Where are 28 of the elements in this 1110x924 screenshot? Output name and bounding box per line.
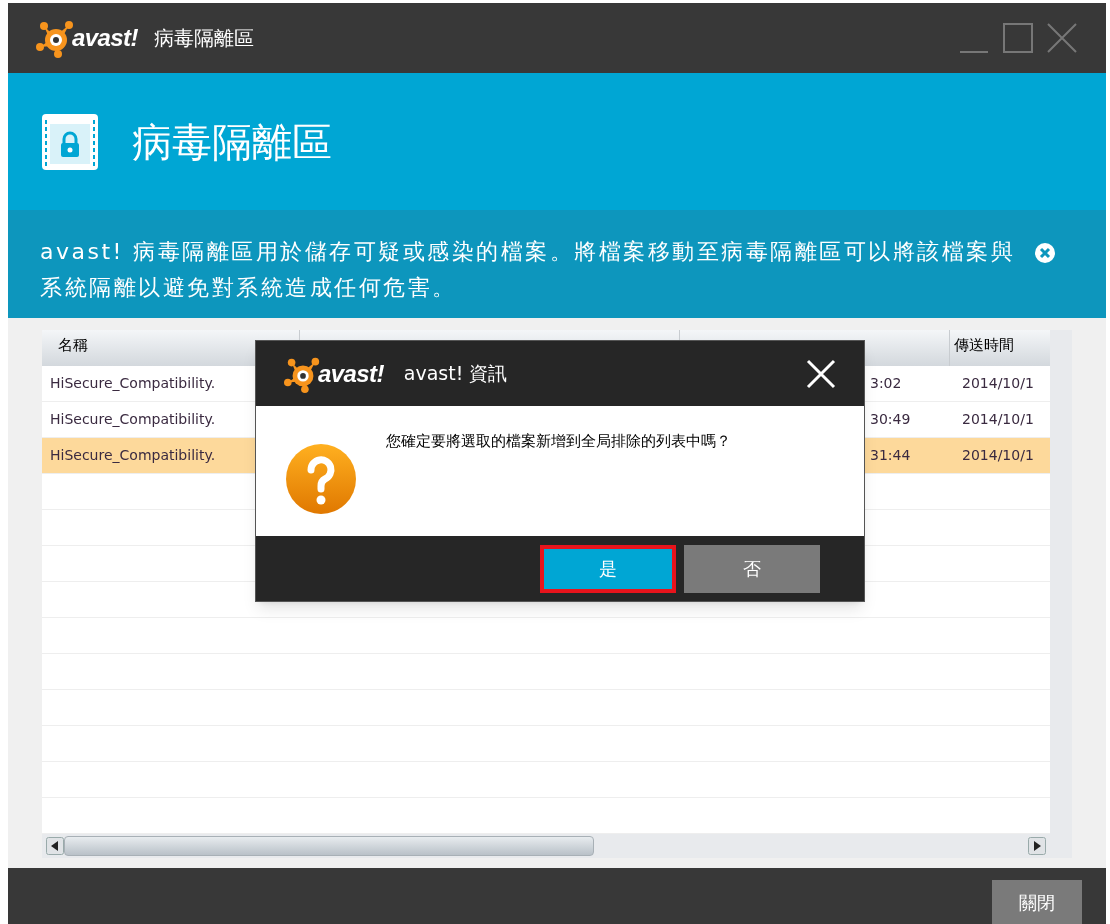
table-cell-text: 3:02: [870, 374, 903, 393]
page-title: 病毒隔離區: [132, 117, 332, 167]
scroll-thumb[interactable]: [64, 836, 594, 856]
maximize-icon[interactable]: [1002, 22, 1034, 54]
dialog-message: 您確定要將選取的檔案新增到全局排除的列表中嗎？: [386, 431, 731, 452]
horizontal-scrollbar[interactable]: [42, 834, 1050, 858]
table-cell-text: 2014/10/1: [961, 410, 1035, 429]
vault-icon: [40, 111, 100, 172]
table-cell-text: HiSecure_Compatibility.: [49, 410, 217, 429]
table-cell-text: 30:49: [870, 410, 912, 429]
question-icon: [284, 442, 358, 516]
table-cell-text: HiSecure_Compatibility.: [49, 374, 217, 393]
close-button[interactable]: 關閉: [992, 880, 1082, 924]
avast-logo-text: avast!: [72, 23, 138, 53]
avast-logo-text: avast!: [318, 358, 384, 389]
scroll-left-icon[interactable]: [46, 837, 64, 855]
table-cell-text: 31:44: [870, 446, 912, 465]
table-cell-text: HiSecure_Compatibility.: [49, 446, 217, 465]
table-cell-text: 2014/10/1: [961, 374, 1035, 393]
vertical-scrollbar[interactable]: [1050, 330, 1072, 858]
dialog-title: avast! 資訊: [403, 361, 508, 387]
dialog-button[interactable]: 否: [684, 544, 820, 593]
description-text: avast! 病毒隔離區用於儲存可疑或感染的檔案。將檔案移動至病毒隔離區可以將該檔案與系統隔離以避免對系統造成任何危害。: [40, 238, 1017, 302]
window-title: 病毒隔離區: [153, 25, 254, 52]
scroll-right-icon[interactable]: [1028, 837, 1046, 855]
table-cell-text: 2014/10/1: [961, 446, 1035, 465]
dialog-button[interactable]: 是: [540, 544, 676, 593]
column-header[interactable]: 傳送時間: [950, 330, 1050, 366]
